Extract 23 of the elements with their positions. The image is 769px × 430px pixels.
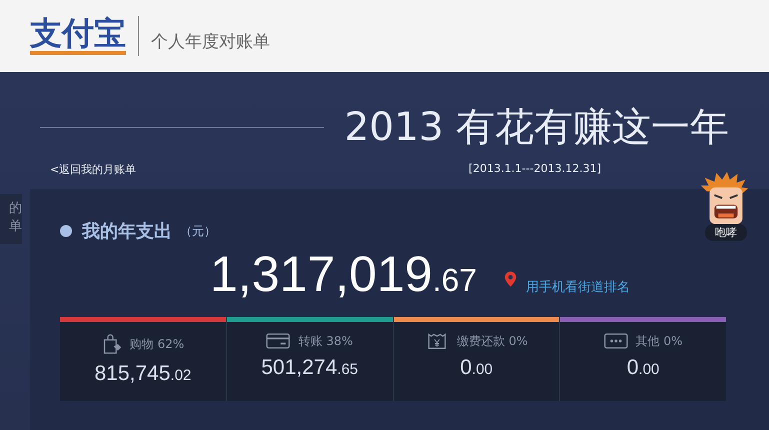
page-title: 2013 有花有赚这一年 — [344, 104, 729, 152]
unit-label: （元） — [180, 222, 216, 240]
category-amount: 501,274.65 — [261, 356, 358, 380]
street-ranking-link[interactable]: 用手机看街道排名 — [526, 278, 630, 296]
alipay-logo: 支付宝 — [30, 17, 126, 55]
category-amount: 0.00 — [626, 356, 660, 380]
category-amount: 0.00 — [460, 356, 493, 380]
category-label: 购物 62% — [130, 336, 184, 352]
category-amount: 815,745.02 — [94, 362, 192, 386]
back-link[interactable]: <返回我的月账单 — [50, 162, 136, 177]
category-label: 缴费还款 0% — [456, 332, 528, 350]
category-label: 其他 0% — [636, 332, 683, 350]
mascot-label: 咆哮 — [705, 224, 747, 241]
spending-heading: 我的年支出 — [82, 220, 172, 243]
page-subtitle: 个人年度对账单 — [151, 30, 270, 52]
bullet-icon — [60, 225, 72, 237]
card-icon — [266, 332, 290, 350]
side-tab[interactable]: 的 单 — [0, 194, 22, 244]
more-icon — [604, 332, 628, 350]
date-range: [2013.1.1---2013.12.31] — [468, 162, 601, 177]
total-amount: 1,317,019.67 — [210, 245, 477, 303]
category-label: 转账 38% — [298, 332, 353, 350]
shopping-bag-icon — [102, 332, 122, 356]
